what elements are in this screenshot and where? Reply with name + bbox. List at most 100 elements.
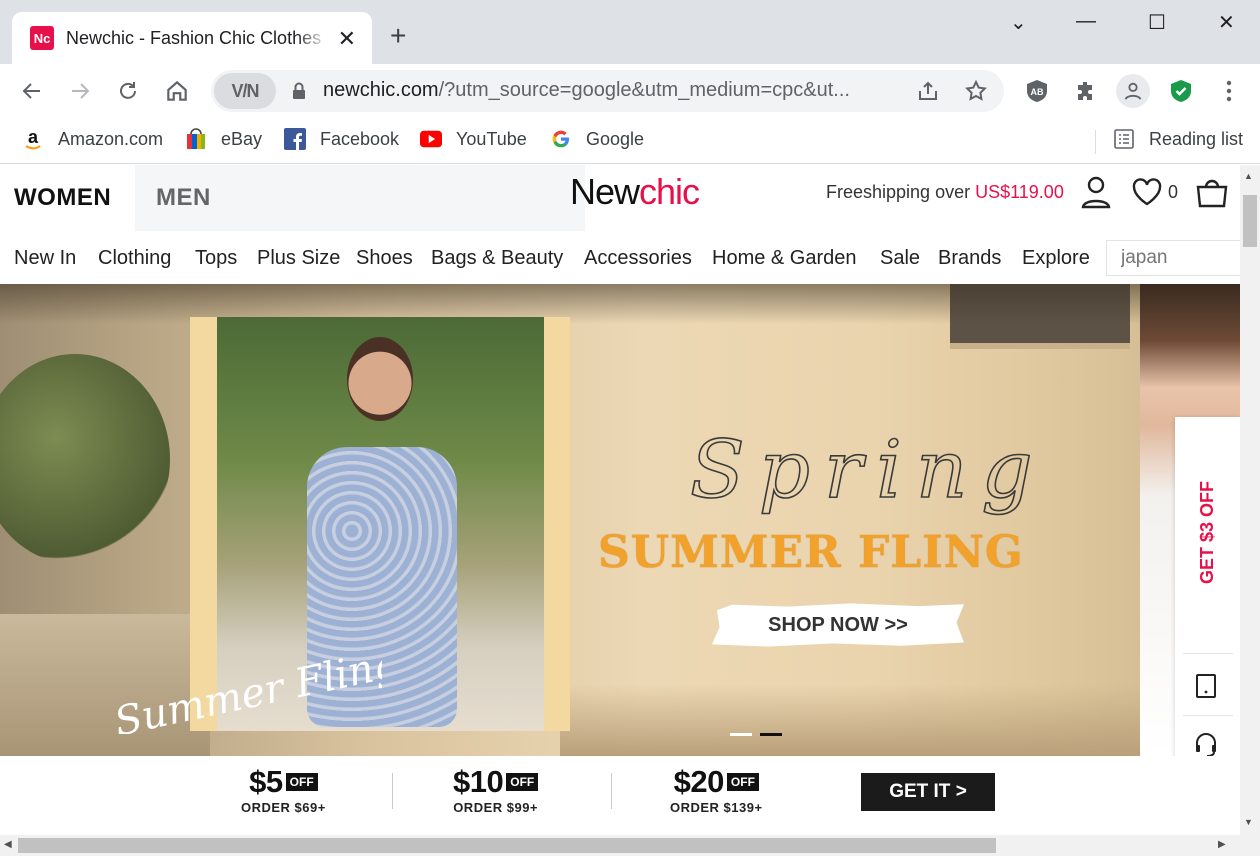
bookmark-facebook[interactable]: Facebook xyxy=(284,128,399,150)
hero-banner[interactable]: Summer Fling Spring SUMMER FLING SHOP NO… xyxy=(0,284,1240,756)
bookmark-star-icon[interactable] xyxy=(964,79,988,103)
category-nav: New In Clothing Tops Plus Size Shoes Bag… xyxy=(0,231,1240,285)
side-divider xyxy=(1183,715,1233,716)
coupon-order-min: ORDER $99+ xyxy=(453,800,539,815)
reading-list-button[interactable]: Reading list xyxy=(1113,128,1243,150)
scroll-up-icon[interactable]: ▲ xyxy=(1244,171,1253,181)
scroll-right-icon[interactable]: ▶ xyxy=(1218,839,1226,850)
spring-script-title: Spring xyxy=(689,422,1040,517)
nav-home-garden[interactable]: Home & Garden xyxy=(712,247,857,270)
nav-explore[interactable]: Explore xyxy=(1022,247,1090,270)
coupon-5-off[interactable]: $5 OFF ORDER $69+ xyxy=(241,764,326,815)
nav-shoes[interactable]: Shoes xyxy=(356,247,413,270)
bookmark-label: Amazon.com xyxy=(58,128,164,149)
lock-icon[interactable] xyxy=(291,81,307,101)
extensions-puzzle-icon[interactable] xyxy=(1072,78,1098,104)
ebay-icon xyxy=(185,128,207,150)
customer-service-headset-icon[interactable] xyxy=(1193,731,1219,759)
hero-background-ground xyxy=(560,684,1240,756)
vertical-scrollbar[interactable]: ▲ ▼ xyxy=(1240,165,1260,835)
vpn-icon[interactable]: V/N xyxy=(214,73,276,109)
wishlist-heart-icon[interactable] xyxy=(1131,177,1163,207)
horizontal-scroll-thumb[interactable] xyxy=(18,838,996,853)
nav-bags-beauty[interactable]: Bags & Beauty xyxy=(431,247,563,270)
side-divider xyxy=(1183,653,1233,654)
hero-background-bush xyxy=(0,354,170,564)
address-bar[interactable]: V/N newchic.com/?utm_source=google&utm_m… xyxy=(211,70,1004,112)
scroll-down-icon[interactable]: ▼ xyxy=(1244,817,1253,827)
security-shield-extension-icon[interactable] xyxy=(1168,78,1194,104)
coupon-amount: $10 xyxy=(453,764,504,799)
hero-headline: SUMMER FLING xyxy=(598,527,1024,578)
nav-tops[interactable]: Tops xyxy=(195,247,237,270)
coupon-order-min: ORDER $139+ xyxy=(670,800,763,815)
nav-new-in[interactable]: New In xyxy=(14,247,76,270)
nav-brands[interactable]: Brands xyxy=(938,247,1001,270)
search-input[interactable] xyxy=(1106,240,1240,276)
tab-strip: Nc Newchic - Fashion Chic Clothes Online… xyxy=(0,0,1260,64)
tab-men[interactable]: MEN xyxy=(135,165,585,231)
tab-women[interactable]: WOMEN xyxy=(0,165,135,231)
coupon-20-off[interactable]: $20 OFF ORDER $139+ xyxy=(670,764,763,815)
newchic-logo[interactable]: Newchic xyxy=(570,171,700,213)
shipping-text: Freeshipping over xyxy=(826,182,976,202)
nav-accessories[interactable]: Accessories xyxy=(584,247,692,270)
home-icon[interactable] xyxy=(164,78,190,104)
nav-clothing[interactable]: Clothing xyxy=(98,247,171,270)
get-it-button[interactable]: GET IT > xyxy=(861,773,995,811)
bookmark-ebay[interactable]: eBay xyxy=(185,128,262,150)
new-tab-button[interactable]: + xyxy=(390,22,406,50)
vertical-scroll-thumb[interactable] xyxy=(1243,195,1257,247)
maximize-button[interactable]: ☐ xyxy=(1148,10,1166,35)
minimize-button[interactable]: — xyxy=(1076,10,1096,33)
cart-bag-icon[interactable] xyxy=(1195,176,1229,208)
svg-text:Spring: Spring xyxy=(690,423,1040,516)
coupon-amount: $5 xyxy=(249,764,283,799)
carousel-dot-1[interactable] xyxy=(730,733,752,736)
coupon-order-min: ORDER $69+ xyxy=(241,800,326,815)
tab-search-icon[interactable]: ⌄ xyxy=(1010,10,1027,35)
free-shipping-notice: Freeshipping over US$119.00 xyxy=(826,182,1064,203)
carousel-dot-2[interactable] xyxy=(760,733,782,736)
close-window-button[interactable]: ✕ xyxy=(1218,10,1235,35)
logo-part-new: New xyxy=(570,171,640,212)
account-icon[interactable] xyxy=(1080,175,1112,209)
nav-sale[interactable]: Sale xyxy=(880,247,920,270)
nav-plus-size[interactable]: Plus Size xyxy=(257,247,340,270)
bookmark-youtube[interactable]: YouTube xyxy=(420,128,527,150)
bookmark-google[interactable]: Google xyxy=(550,128,644,150)
horizontal-scrollbar[interactable]: ◀ ▶ xyxy=(0,835,1260,856)
back-icon[interactable] xyxy=(20,79,44,103)
shop-now-button[interactable]: SHOP NOW >> xyxy=(712,603,964,647)
side-coupon-label: GET $3 OFF xyxy=(1197,480,1217,584)
facebook-icon xyxy=(284,128,306,150)
bookmark-amazon[interactable]: a Amazon.com xyxy=(22,128,163,150)
reading-list-icon xyxy=(1113,128,1135,150)
app-download-icon[interactable] xyxy=(1195,673,1217,699)
bookmarks-divider xyxy=(1095,130,1096,154)
summer-fling-script: Summer Fling xyxy=(112,654,382,734)
chrome-menu-icon[interactable] xyxy=(1216,78,1242,104)
browser-toolbar: V/N newchic.com/?utm_source=google&utm_m… xyxy=(0,64,1260,118)
get-3-off-button[interactable]: GET $3 OFF xyxy=(1175,417,1240,647)
bookmark-label: eBay xyxy=(221,128,263,149)
tab-title: Newchic - Fashion Chic Clothes Online xyxy=(66,27,328,48)
coupon-10-off[interactable]: $10 OFF ORDER $99+ xyxy=(453,764,539,815)
page-viewport: WOMEN MEN Newchic Freeshipping over US$1… xyxy=(0,165,1240,835)
bookmark-label: YouTube xyxy=(456,128,527,149)
youtube-icon xyxy=(420,128,442,150)
shipping-price: US$119.00 xyxy=(975,182,1064,202)
close-tab-icon[interactable]: ✕ xyxy=(338,26,356,52)
url-text[interactable]: newchic.com/?utm_source=google&utm_mediu… xyxy=(323,79,850,102)
side-widget: GET $3 OFF xyxy=(1175,417,1240,775)
adblock-extension-icon[interactable]: AB xyxy=(1024,78,1050,104)
profile-avatar-icon[interactable] xyxy=(1116,74,1150,108)
svg-text:AB: AB xyxy=(1031,87,1044,97)
url-domain: newchic.com xyxy=(323,79,439,101)
forward-icon[interactable] xyxy=(68,79,92,103)
scroll-left-icon[interactable]: ◀ xyxy=(4,839,12,850)
active-tab[interactable]: Nc Newchic - Fashion Chic Clothes Online… xyxy=(12,12,372,64)
share-icon[interactable] xyxy=(916,79,940,103)
reload-icon[interactable] xyxy=(116,79,140,103)
bookmark-label: Google xyxy=(586,128,645,149)
